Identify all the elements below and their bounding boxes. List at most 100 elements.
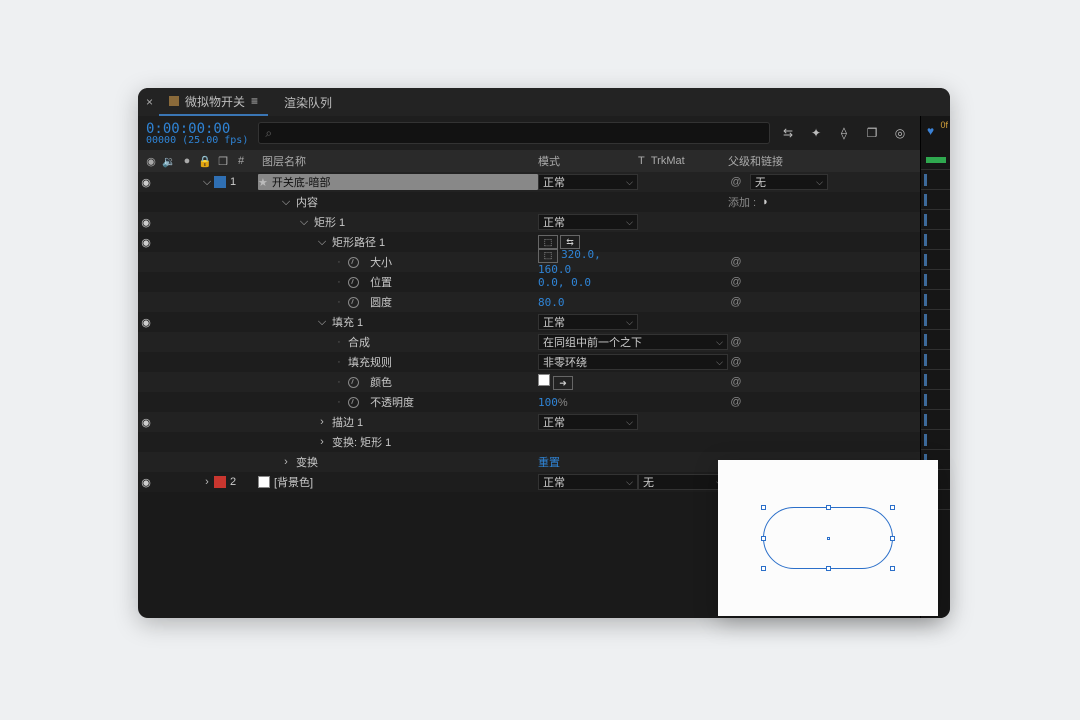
prop-label: 颜色 — [370, 374, 392, 390]
copies-icon[interactable]: ❐ — [864, 126, 880, 140]
twirl-icon[interactable]: ⌵ — [280, 196, 292, 209]
pickwhip-icon[interactable]: @ — [728, 176, 744, 188]
eye-icon[interactable]: ◉ — [138, 236, 154, 249]
search-input[interactable]: ⌕ — [258, 122, 770, 144]
prop-label: 描边 1 — [332, 414, 363, 430]
prop-label: 填充规则 — [348, 354, 392, 370]
cube-icon[interactable]: ⟠ — [836, 126, 852, 140]
time-indicator-icon[interactable]: ♥ — [927, 124, 934, 138]
stopwatch-icon[interactable] — [348, 397, 359, 408]
tab-label: 微拟物开关 — [185, 93, 245, 110]
composite-dropdown[interactable]: 在同组中前一个之下⌵ — [538, 334, 728, 350]
twirl-icon[interactable]: ⌵ — [200, 176, 214, 189]
col-layer-name[interactable]: 图层名称 — [258, 153, 538, 169]
label-color[interactable] — [214, 176, 226, 188]
prop-label: 合成 — [348, 334, 370, 350]
prop-label: 大小 — [370, 254, 392, 270]
tab-render-queue[interactable]: 渲染队列 — [274, 88, 342, 116]
eye-icon[interactable]: ◉ — [138, 176, 154, 189]
prop-position[interactable]: · 位置 0.0, 0.0 @ — [138, 272, 950, 292]
eye-icon[interactable]: ◉ — [138, 476, 154, 489]
layer-row-1[interactable]: ◉ ⌵1 ★开关底-暗部 正常⌵ @无⌵ — [138, 172, 950, 192]
mode-dropdown[interactable]: 正常⌵ — [538, 314, 638, 330]
prop-rect[interactable]: ◉ ⌵ 矩形 1 正常⌵ — [138, 212, 950, 232]
mode-dropdown[interactable]: 正常⌵ — [538, 474, 638, 490]
col-mode[interactable]: 模式 — [538, 153, 638, 169]
prop-composite[interactable]: ·合成 在同组中前一个之下⌵ @ — [138, 332, 950, 352]
snap-icon[interactable]: ◎ — [892, 126, 908, 140]
add-label: 添加 : — [728, 194, 756, 210]
search-icon: ⌕ — [265, 126, 272, 141]
label-icon[interactable]: ❒ — [216, 155, 230, 168]
twirl-icon[interactable]: ⌵ — [298, 216, 310, 229]
stopwatch-icon[interactable] — [348, 277, 359, 288]
twirl-icon[interactable]: ⌵ — [316, 236, 328, 249]
eye-icon[interactable]: ◉ — [138, 416, 154, 429]
tab-active[interactable]: 微拟物开关 ≡ — [159, 88, 268, 116]
prop-fillrule[interactable]: ·填充规则 非零环绕⌵ @ — [138, 352, 950, 372]
audio-icon[interactable]: 🔉 — [162, 155, 176, 168]
prop-stroke[interactable]: ◉ › 描边 1 正常⌵ — [138, 412, 950, 432]
prop-xform-rect[interactable]: › 变换: 矩形 1 — [138, 432, 950, 452]
eyedropper-icon[interactable]: ➜ — [553, 376, 573, 390]
prop-label: 内容 — [296, 194, 318, 210]
stopwatch-icon[interactable] — [348, 257, 359, 268]
solid-icon — [258, 476, 270, 488]
add-icon[interactable]: ◗ — [762, 196, 769, 208]
trkmat-dropdown[interactable]: 无⌵ — [638, 474, 728, 490]
stopwatch-icon[interactable] — [348, 377, 359, 388]
prop-label: 变换: 矩形 1 — [332, 434, 391, 450]
reset-link[interactable]: 重置 — [538, 456, 560, 469]
link-icon[interactable]: ⬚ — [538, 235, 558, 249]
tabs-bar: × 微拟物开关 ≡ 渲染队列 — [138, 88, 950, 116]
value[interactable]: 80.0 — [538, 296, 565, 309]
prop-contents[interactable]: ⌵ 内容 添加 : ◗ — [138, 192, 950, 212]
stopwatch-icon[interactable] — [348, 297, 359, 308]
pickwhip-icon[interactable]: @ — [728, 356, 744, 368]
prop-size[interactable]: · 大小 ⬚ 320.0, 160.0 @ — [138, 252, 950, 272]
flow-icon[interactable]: ⇆ — [780, 126, 796, 140]
prop-label: 矩形 1 — [314, 214, 345, 230]
twirl-icon[interactable]: › — [280, 456, 292, 468]
eye-icon[interactable]: ◉ — [138, 216, 154, 229]
eye-icon[interactable]: ◉ — [138, 316, 154, 329]
lock-icon[interactable]: 🔒 — [198, 155, 212, 168]
pickwhip-icon[interactable]: @ — [728, 396, 744, 408]
timeline-header: 0:00:00:00 00000 (25.00 fps) ⌕ ⇆ ✦ ⟠ ❐ ◎… — [138, 116, 950, 150]
col-parent[interactable]: 父级和链接 — [728, 153, 950, 169]
layer-index: 2 — [226, 476, 240, 488]
layer-rows: ◉ ⌵1 ★开关底-暗部 正常⌵ @无⌵ ⌵内容 添加 :◗ ◉ ⌵矩形 1 正… — [138, 172, 950, 492]
twirl-icon[interactable]: ⌵ — [316, 316, 328, 329]
value[interactable]: 100 — [538, 396, 558, 409]
pickwhip-icon[interactable]: @ — [728, 336, 744, 348]
parent-dropdown[interactable]: 无⌵ — [750, 174, 828, 190]
mode-dropdown[interactable]: 正常⌵ — [538, 414, 638, 430]
color-swatch[interactable] — [538, 374, 550, 386]
value[interactable]: 0.0, 0.0 — [538, 276, 591, 289]
pickwhip-icon[interactable]: @ — [728, 376, 744, 388]
unit: % — [558, 397, 568, 409]
prop-fill[interactable]: ◉ ⌵填充 1 正常⌵ — [138, 312, 950, 332]
constrain-icon[interactable]: ⬚ — [538, 249, 558, 263]
pickwhip-icon[interactable]: @ — [728, 296, 744, 308]
col-trkmat[interactable]: TrkMat — [651, 155, 685, 167]
mode-dropdown[interactable]: 正常⌵ — [538, 174, 638, 190]
prop-roundness[interactable]: · 圆度 80.0 @ — [138, 292, 950, 312]
prop-color[interactable]: · 颜色 ➜ @ — [138, 372, 950, 392]
link-icon[interactable]: ⇆ — [560, 235, 580, 249]
tab-menu-icon[interactable]: ≡ — [251, 94, 258, 108]
eye-icon[interactable]: ◉ — [144, 155, 158, 168]
twirl-icon[interactable]: › — [200, 476, 214, 488]
label-color[interactable] — [214, 476, 226, 488]
solo-icon[interactable]: ● — [180, 155, 194, 167]
wand-icon[interactable]: ✦ — [808, 126, 824, 140]
pickwhip-icon[interactable]: @ — [728, 256, 744, 268]
twirl-icon[interactable]: › — [316, 416, 328, 428]
fillrule-dropdown[interactable]: 非零环绕⌵ — [538, 354, 728, 370]
close-tab-icon[interactable]: × — [146, 95, 153, 109]
prop-opacity[interactable]: · 不透明度 100% @ — [138, 392, 950, 412]
mode-dropdown[interactable]: 正常⌵ — [538, 214, 638, 230]
twirl-icon[interactable]: › — [316, 436, 328, 448]
column-headers: ◉ 🔉 ● 🔒 ❒ # 图层名称 模式 T TrkMat 父级和链接 — [138, 150, 950, 172]
pickwhip-icon[interactable]: @ — [728, 276, 744, 288]
